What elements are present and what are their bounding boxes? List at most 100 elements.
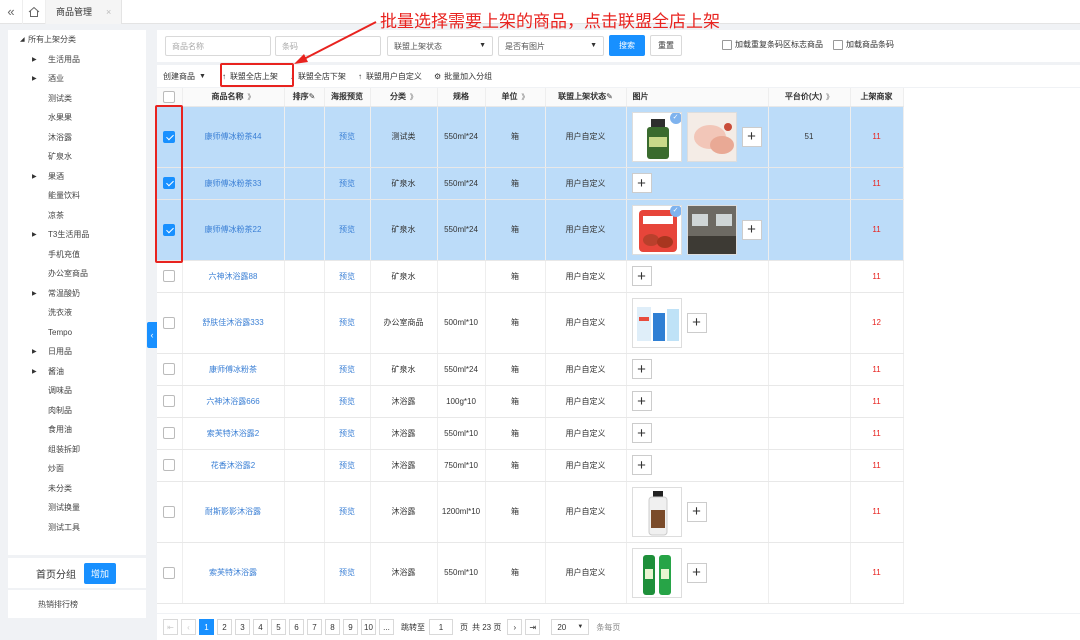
add-image-button[interactable]: + [741,219,762,240]
product-name-link[interactable]: 康师傅冰粉茶44 [182,106,285,168]
product-name-link[interactable]: 康师傅冰粉茶33 [182,167,285,200]
add-image-button[interactable]: + [686,501,707,522]
tree-item[interactable]: Tempo [8,323,146,343]
table-row[interactable]: 康师傅冰粉茶 预览 矿泉水 550ml*24 箱用户自定义 +11 [157,353,904,386]
product-thumbnail[interactable]: ✓ [631,204,682,255]
sort-cell[interactable] [284,292,325,354]
product-name-link[interactable]: 六神沐浴露666 [182,385,285,418]
row-checkbox[interactable] [163,427,176,439]
caret-right-icon[interactable]: ▶ [32,56,40,63]
preview-link[interactable]: 预览 [324,385,371,418]
row-checkbox[interactable] [163,566,176,579]
tree-item[interactable]: 办公室商品 [8,264,146,284]
page-button[interactable]: 5 [271,619,286,635]
sort-cell[interactable] [284,417,325,450]
add-image-button[interactable]: + [686,312,707,333]
tree-item[interactable]: ▶ 生活用品 [8,50,146,70]
tree-item[interactable]: 矿泉水 [8,147,146,167]
tree-item[interactable]: ▶ 日用品 [8,342,146,362]
col-header-category[interactable]: 分类》 [370,88,438,107]
custom-list-button[interactable]: ↑ 联盟用户自定义 [352,65,428,87]
col-header-price[interactable]: 平台价(大) 》 [768,88,851,107]
sort-cell[interactable] [284,385,325,418]
table-row[interactable]: 六神沐浴露88 预览 矿泉水 箱用户自定义 +11 [157,260,904,293]
table-row[interactable]: 舒肤佳沐浴露333 预览 办公室商品 500ml*10 箱用户自定义 +12 [157,292,904,354]
tree-item[interactable]: ▶ 酱油 [8,362,146,382]
col-header-unit[interactable]: 单位》 [485,88,546,107]
select-all-checkbox[interactable] [163,90,176,103]
tree-item[interactable]: 凉茶 [8,206,146,226]
product-name-link[interactable]: 索芙特沐浴露2 [182,417,285,450]
add-image-button[interactable]: + [631,359,652,379]
table-row[interactable]: 康师傅冰粉茶33 预览 矿泉水 550ml*24 箱用户自定义 +11 [157,167,904,200]
page-button[interactable]: 2 [217,619,232,635]
tree-item[interactable]: 测试换量 [8,498,146,518]
product-thumbnail[interactable] [631,547,682,598]
table-row[interactable]: 花香沐浴露2 预览 沐浴露 750ml*10 箱用户自定义 +11 [157,449,904,482]
tree-item[interactable]: 食用油 [8,420,146,440]
add-image-button[interactable]: + [741,126,762,147]
table-row[interactable]: 索芙特沐浴露 预览 沐浴露 550ml*10 箱用户自定义 +11 [157,542,904,604]
product-name-link[interactable]: 康师傅冰粉茶22 [182,199,285,261]
col-header-name[interactable]: 商品名称》 [182,88,285,107]
page-button[interactable]: 1 [199,619,214,635]
row-checkbox[interactable] [163,316,176,329]
tree-item[interactable]: 未分类 [8,479,146,499]
table-row[interactable]: 六神沐浴露666 预览 沐浴露 100g*10 箱用户自定义 +11 [157,385,904,418]
tree-item[interactable]: ▶ 常温酸奶 [8,284,146,304]
tab-close-icon[interactable]: × [106,7,111,17]
sort-cell[interactable] [284,542,325,604]
page-button[interactable]: 6 [289,619,304,635]
create-product-button[interactable]: 创建商品 ▼ [157,65,212,87]
add-image-button[interactable]: + [631,391,652,411]
next-page-button[interactable]: › [507,619,523,635]
page-button[interactable]: ... [379,619,394,635]
unlist-all-stores-button[interactable]: ↓ 联盟全店下架 [284,65,352,87]
product-name-link[interactable]: 舒肤佳沐浴露333 [182,292,285,354]
sort-cell[interactable] [284,167,325,200]
preview-link[interactable]: 预览 [324,417,371,450]
tree-item[interactable]: 炒面 [8,459,146,479]
preview-link[interactable]: 预览 [324,199,371,261]
last-page-button[interactable]: ⇥ [525,619,541,635]
tree-item[interactable]: 肉制品 [8,401,146,421]
reset-button[interactable]: 重置 [650,35,682,56]
add-to-group-button[interactable]: ⚙ 批量加入分组 [428,65,498,87]
sort-cell[interactable] [284,106,325,168]
product-name-link[interactable]: 康师傅冰粉茶 [182,353,285,386]
tree-item[interactable]: 手机充值 [8,245,146,265]
product-thumbnail[interactable] [686,111,737,162]
sort-cell[interactable] [284,353,325,386]
product-thumbnail[interactable] [631,297,682,348]
add-group-button[interactable]: 增加 [84,562,117,584]
prev-page-button[interactable]: ‹ [181,619,196,635]
add-image-button[interactable]: + [631,455,652,475]
sort-cell[interactable] [284,481,325,543]
add-image-button[interactable]: + [686,562,707,583]
table-row[interactable]: 康师傅冰粉茶44 预览 测试类 550ml*24 箱用户自定义 ✓ +51 11 [157,106,904,168]
tree-item[interactable]: ▶ 果酒 [8,167,146,187]
add-image-button[interactable]: + [631,423,652,443]
sort-cell[interactable] [284,260,325,293]
collapse-sidebar-icon[interactable]: « [0,4,22,19]
product-name-link[interactable]: 索芙特沐浴露 [182,542,285,604]
table-row[interactable]: 康师傅冰粉茶22 预览 矿泉水 550ml*24 箱用户自定义 ✓ +11 [157,199,904,261]
preview-link[interactable]: 预览 [324,106,371,168]
tree-item[interactable]: 调味品 [8,381,146,401]
preview-link[interactable]: 预览 [324,292,371,354]
row-checkbox[interactable] [163,270,176,282]
caret-right-icon[interactable]: ▶ [32,173,40,180]
sort-cell[interactable] [284,199,325,261]
product-name-link[interactable]: 花香沐浴露2 [182,449,285,482]
tree-root[interactable]: ◢ 所有上架分类 [8,30,146,50]
preview-link[interactable]: 预览 [324,167,371,200]
caret-right-icon[interactable]: ▶ [32,368,40,375]
product-name-input[interactable]: 商品名称 [165,36,271,56]
page-button[interactable]: 3 [235,619,250,635]
table-row[interactable]: 耐斯影影沐浴露 预览 沐浴露 1200ml*10 箱用户自定义 +11 [157,481,904,543]
hot-ranking-item[interactable]: 热销排行榜 [8,590,146,618]
product-name-link[interactable]: 六神沐浴露88 [182,260,285,293]
tab-product-management[interactable]: 商品管理 × [46,0,123,24]
collapse-panel-icon[interactable]: ‹ [147,322,157,348]
col-header-status[interactable]: 联盟上架状态✎ [545,88,627,107]
